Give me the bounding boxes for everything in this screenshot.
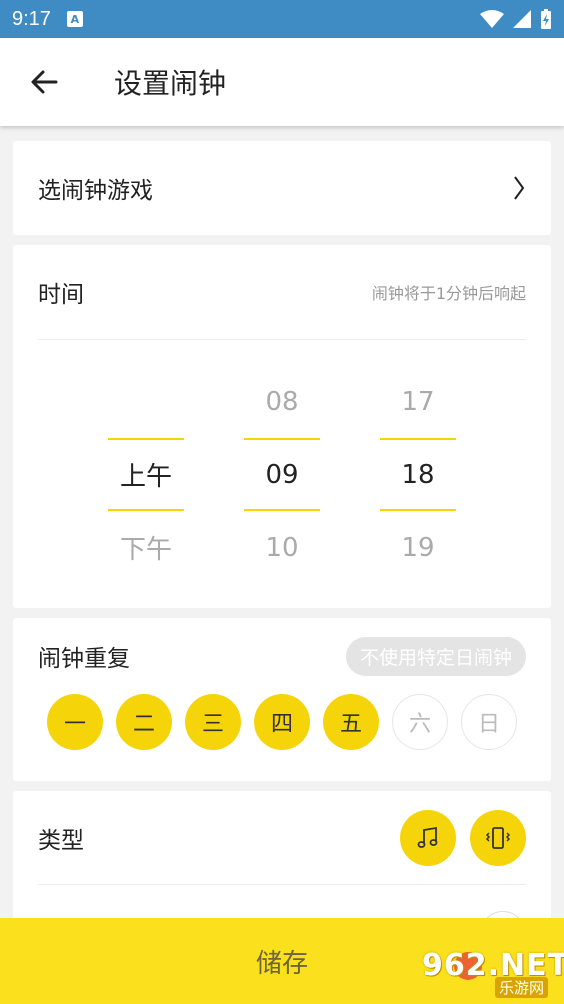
page-title: 设置闹钟 (114, 67, 227, 100)
minute-next: 19 (401, 532, 435, 563)
time-card: 时间 闹钟将于1分钟后响起 上午 下午 08 09 10 17 18 19 (13, 245, 551, 608)
repeat-label: 闹钟重复 (38, 646, 130, 672)
select-alarm-game-label: 选闹钟游戏 (38, 178, 153, 204)
back-arrow-icon (31, 70, 58, 94)
day-mon[interactable]: 一 (47, 694, 103, 750)
no-specific-day-toggle[interactable]: 不使用特定日闹钟 (345, 636, 526, 676)
select-alarm-game-row[interactable]: 选闹钟游戏 (13, 141, 551, 235)
ampm-prev (108, 365, 184, 438)
watermark-sub: 乐游网 (494, 977, 548, 998)
time-label: 时间 (38, 282, 84, 308)
battery-icon (541, 9, 551, 29)
ampm-picker[interactable]: 上午 下午 (108, 365, 184, 584)
time-header: 时间 闹钟将于1分钟后响起 (38, 245, 526, 340)
ring-countdown-hint: 闹钟将于1分钟后响起 (371, 284, 526, 303)
day-thu[interactable]: 四 (254, 694, 310, 750)
repeat-card: 闹钟重复 不使用特定日闹钟 一 二 三 四 五 六 日 (13, 618, 551, 781)
type-options (400, 809, 526, 866)
watermark-logo: 962.NET 乐游网 (422, 948, 564, 998)
hour-next: 10 (265, 532, 299, 563)
hour-selected: 09 (244, 438, 320, 511)
vibrate-icon (485, 826, 511, 849)
minute-selected: 18 (380, 438, 456, 511)
vibrate-type-button[interactable] (470, 809, 526, 866)
ampm-selected: 上午 (108, 438, 184, 511)
status-icons (480, 8, 552, 30)
hour-picker[interactable]: 08 09 10 (244, 365, 320, 584)
chevron-right-icon (514, 176, 525, 200)
signal-icon (513, 10, 531, 28)
type-header: 类型 (38, 791, 526, 885)
ampm-next: 下午 (119, 535, 172, 565)
repeat-header: 闹钟重复 不使用特定日闹钟 (13, 618, 551, 694)
wifi-icon (480, 10, 504, 28)
day-sat[interactable]: 六 (392, 694, 448, 750)
notification-icon: A (66, 11, 83, 27)
day-wed[interactable]: 三 (185, 694, 241, 750)
day-sun[interactable]: 日 (461, 694, 517, 750)
status-bar: 9:17 A (0, 0, 564, 38)
day-tue[interactable]: 二 (116, 694, 172, 750)
music-note-icon (417, 826, 438, 848)
status-time: 9:17 (12, 7, 51, 30)
minute-picker[interactable]: 17 18 19 (380, 365, 456, 584)
hour-prev: 08 (265, 386, 299, 417)
sound-type-button[interactable] (400, 809, 456, 866)
weekday-selector: 一 二 三 四 五 六 日 (13, 694, 551, 750)
type-label: 类型 (38, 827, 84, 854)
minute-prev: 17 (401, 386, 435, 417)
day-fri[interactable]: 五 (323, 694, 379, 750)
save-button-label: 储存 (255, 948, 308, 979)
app-bar: 设置闹钟 (0, 38, 564, 126)
back-button[interactable] (0, 38, 88, 126)
